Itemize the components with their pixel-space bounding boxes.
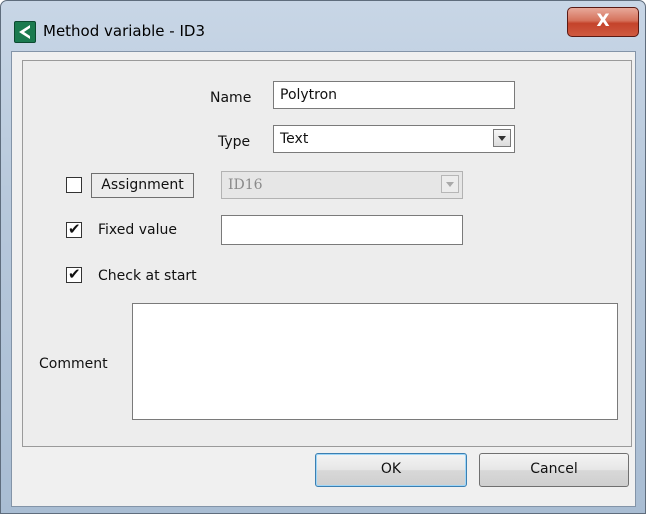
- comment-label: Comment: [39, 356, 108, 372]
- type-label: Type: [218, 134, 251, 150]
- checkmark-icon: ✔: [68, 220, 81, 238]
- window-title: Method variable - ID3: [43, 22, 206, 40]
- check-at-start-checkbox[interactable]: ✔: [66, 265, 82, 283]
- checkmark-icon: ✔: [68, 265, 81, 283]
- type-select-value: Text: [280, 131, 309, 147]
- dialog-window: Method variable - ID3 X Name Polytron Ty…: [0, 0, 646, 514]
- cancel-button[interactable]: Cancel: [479, 453, 629, 487]
- close-icon: X: [596, 11, 610, 31]
- assignment-select-value: ID16: [228, 177, 263, 193]
- fixed-value-input[interactable]: [221, 215, 463, 245]
- chevron-down-icon: [441, 175, 459, 193]
- button-bar: OK Cancel: [22, 448, 632, 496]
- fixed-value-label: Fixed value: [98, 222, 177, 238]
- fixed-value-checkbox[interactable]: ✔: [66, 220, 82, 238]
- assignment-button[interactable]: Assignment: [91, 173, 194, 198]
- app-logo-icon: [14, 21, 36, 43]
- name-label: Name: [210, 90, 252, 106]
- chevron-down-icon[interactable]: [493, 129, 511, 147]
- type-select[interactable]: Text: [273, 125, 515, 153]
- dialog-client-area: Name Polytron Type Text Assignment ID16 …: [11, 51, 636, 507]
- close-button[interactable]: X: [567, 7, 639, 37]
- comment-textarea[interactable]: [132, 303, 618, 420]
- name-input[interactable]: Polytron: [273, 81, 515, 109]
- form-panel: Name Polytron Type Text Assignment ID16 …: [22, 60, 632, 447]
- check-at-start-label: Check at start: [98, 268, 197, 284]
- assignment-checkbox[interactable]: [66, 177, 82, 193]
- title-bar[interactable]: Method variable - ID3 X: [1, 1, 645, 51]
- assignment-select: ID16: [221, 171, 463, 199]
- ok-button[interactable]: OK: [315, 453, 467, 487]
